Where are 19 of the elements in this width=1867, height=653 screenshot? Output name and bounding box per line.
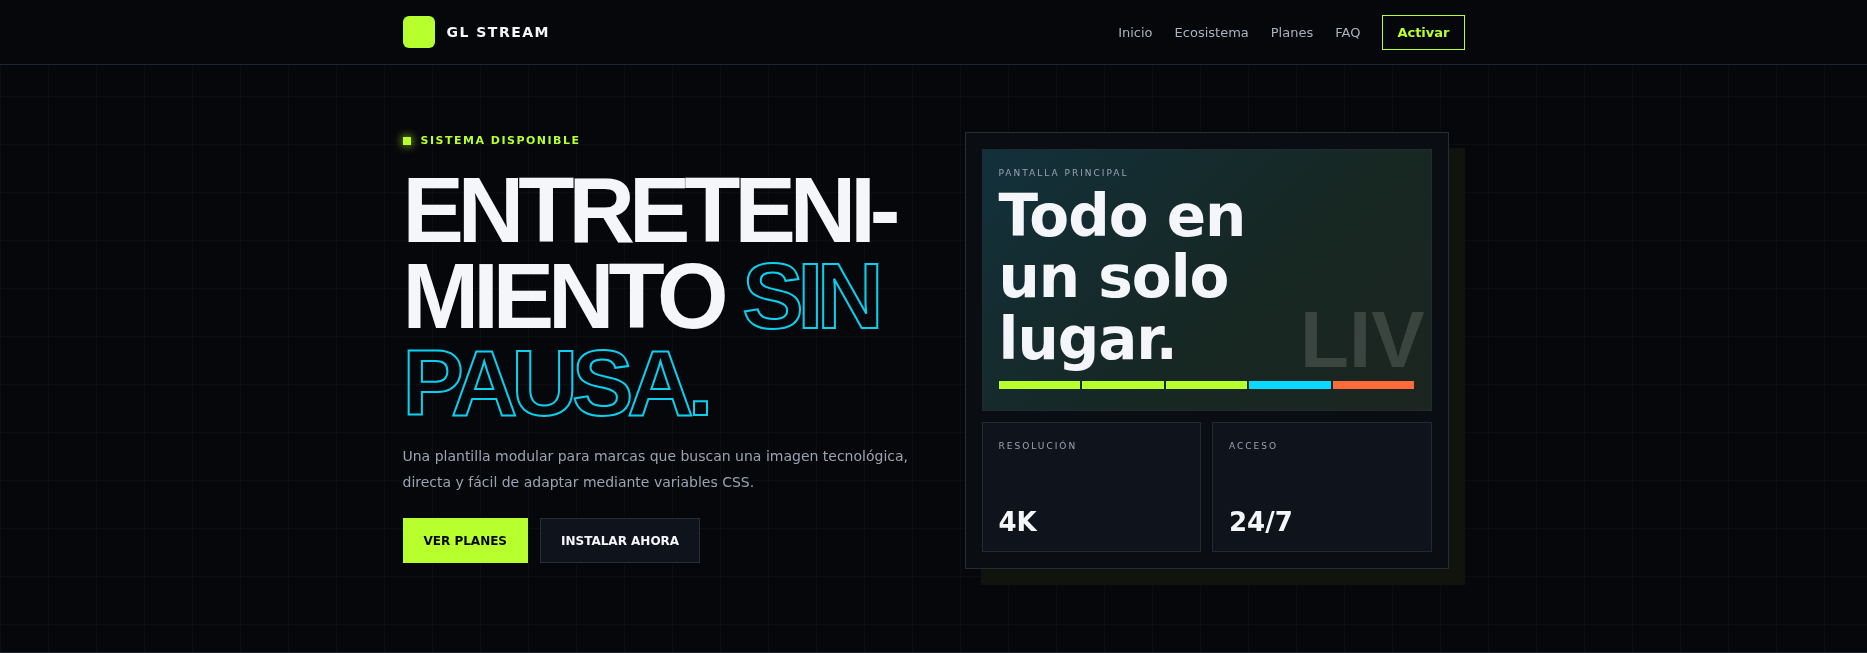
hero-title: ENTRETENI- MIENTO SIN PAUSA. [402,167,896,427]
nav-link[interactable]: Planes [1270,24,1314,40]
stat-label: RESOLUCIÓN [998,441,1078,451]
activate-button[interactable]: Activar [1382,14,1465,50]
hero-button[interactable]: VER PLANES [402,518,528,564]
status-label: SISTEMA DISPONIBLE [420,134,581,147]
hero-description: Una plantilla modular para marcas que buscan una imagen tecnológica, directa y fácil de adaptar mediante variables CSS. [402,447,910,493]
status-square-icon [402,136,411,145]
logo-icon [402,16,435,48]
stat-value: 24/7 [1229,507,1293,537]
nav-link[interactable]: FAQ [1335,24,1361,40]
screen-title: Todo en un solo lugar. [998,186,1247,371]
nav-link[interactable]: Inicio [1118,24,1153,40]
stat-label: ACCESO [1229,441,1279,451]
stat-value: 4K [998,507,1037,537]
hero-button[interactable]: INSTALAR AHORA [540,518,701,564]
nav-link[interactable]: Ecosistema [1174,24,1249,40]
brand-name: GL STREAM [446,24,551,40]
screen-label: PANTALLA PRINCIPAL [998,168,1130,178]
